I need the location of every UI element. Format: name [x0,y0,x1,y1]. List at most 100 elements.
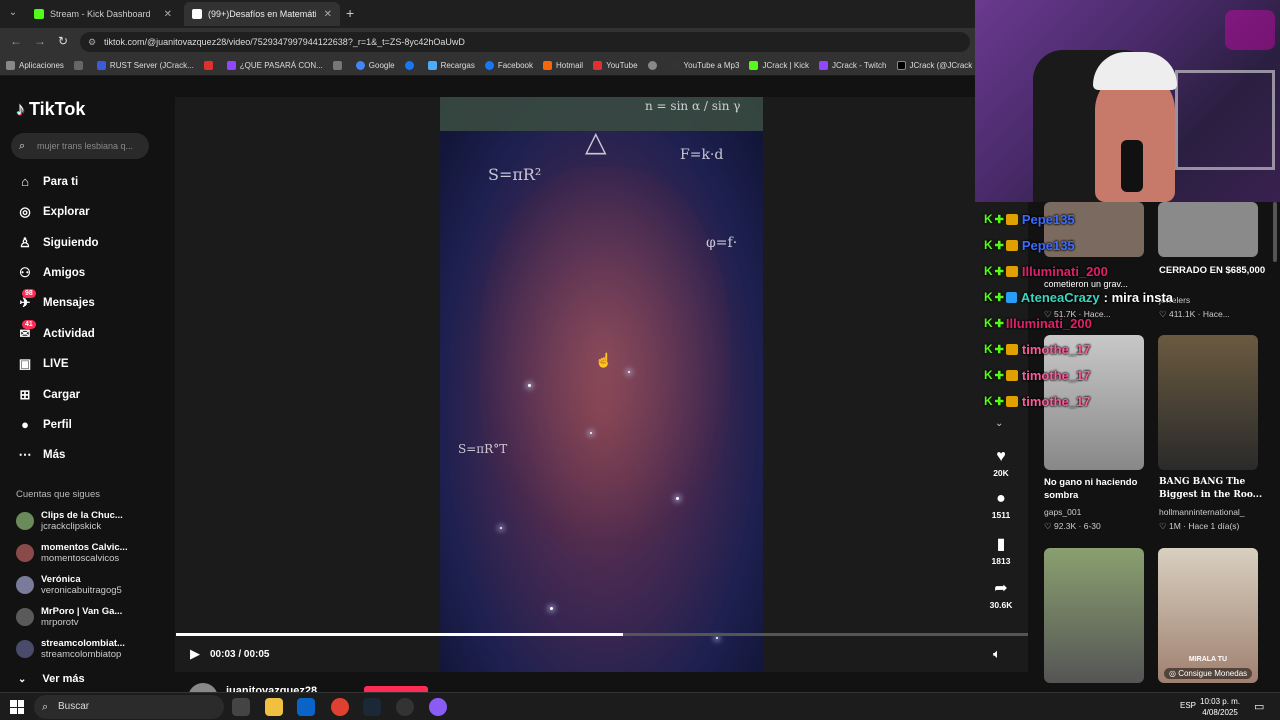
following-account[interactable]: momentos Calvic... momentoscalvicos [16,542,128,564]
chat-text: : mira insta [1103,289,1174,305]
formula-text: n = sin α / sin γ [645,99,741,113]
file-explorer-icon[interactable] [265,698,283,716]
notification-badge: 98 [22,289,36,298]
tab-search-icon[interactable]: ⌄ [4,4,22,22]
bookmark-item[interactable]: Recargas [427,61,475,70]
address-bar[interactable]: ⚙ tiktok.com/@juanitovazquez28/video/752… [80,32,970,52]
nav-item-4[interactable]: ✈ 98 Mensajes [16,289,95,311]
save-button[interactable]: ▮ 1813 [985,534,1017,566]
video-stage[interactable]: n = sin α / sin γ S=πR² F=k·d φ=f· S=πR°… [175,97,1028,672]
bookmark-item[interactable]: Hotmail [542,61,583,70]
following-account[interactable]: Clips de la Chuc... jcrackclipskick [16,510,123,532]
star-icon [550,607,553,610]
chevron-down-icon[interactable]: ⌄ [995,418,1003,429]
scrollbar[interactable] [1273,202,1277,262]
chat-username: timothe_17 [1021,367,1091,383]
bookmark-item[interactable]: Aplicaciones [6,61,64,70]
chat-username: Pepe135 [1021,237,1075,253]
nav-item-7[interactable]: ⊞ Cargar [16,387,81,403]
tab-kick-dashboard[interactable]: Stream - Kick Dashboard ✕ [26,2,180,26]
tiktok-logo[interactable]: ♪ TikTok [16,99,85,120]
app-icon[interactable] [429,698,447,716]
bookmark-item[interactable]: YouTube [593,61,638,70]
volume-icon[interactable]: 🔈︎ [993,646,1001,662]
streamer-cap [1093,52,1177,90]
video-thumbnail[interactable] [1158,202,1258,257]
nav-item-2[interactable]: ♙ Siguiendo [16,235,98,251]
bookmark-item[interactable] [73,61,87,70]
following-account[interactable]: MrPoro | Van Ga... mrporotv [16,606,122,628]
account-name: momentos Calvic... [41,542,128,553]
bookmark-item[interactable]: JCrack (@JCrack [896,61,972,70]
bookmark-item[interactable]: YouTube a Mp3 [670,61,739,70]
steam-icon[interactable] [363,698,381,716]
taskbar-clock[interactable]: 10:03 p. m. 4/08/2025 [1200,696,1240,718]
facebook-icon [404,61,414,70]
chrome-icon[interactable] [331,698,349,716]
close-icon[interactable]: ✕ [156,9,172,20]
share-icon: ➦ [994,580,1008,597]
card-title[interactable]: No gano ni haciendo sombra [1044,476,1156,502]
tiktok-note-icon: ♪ [16,99,25,119]
following-account[interactable]: streamcolombiat... streamcolombiatop [16,638,125,660]
bookmark-item[interactable] [647,61,661,70]
nav-item-9[interactable]: ⋯ Más [16,447,66,463]
card-author[interactable]: gaps_001 [1044,507,1081,517]
new-tab-icon[interactable]: + [346,5,354,21]
following-icon: ♙ [19,235,31,250]
like-button[interactable]: ♥ 20K [985,448,1017,478]
tab-tiktok-video[interactable]: (99+)Desafíos en Matemáticas ✕ [184,2,340,26]
video-thumbnail[interactable]: MIRALA TU ◎ Consigue Monedas [1158,548,1258,683]
nav-item-3[interactable]: ⚇ Amigos [16,265,85,281]
bookmark-item[interactable] [332,61,346,70]
get-coins-button[interactable]: ◎ Consigue Monedas [1164,668,1253,679]
chat-username: Illuminati_200 [1021,263,1108,279]
star-icon [628,371,630,373]
site-info-icon[interactable]: ⚙ [88,32,96,52]
share-button[interactable]: ➦ 30.6K [985,578,1017,610]
video-thumbnail[interactable] [1158,335,1258,470]
nav-label: Explorar [43,206,90,218]
bookmark-item[interactable]: ¿QUE PASARÁ CON... [226,61,323,70]
messages-icon: ✈ 98 [16,289,36,311]
obs-icon[interactable] [396,698,414,716]
bookmark-item[interactable] [203,61,217,70]
bookmark-item[interactable]: Google [355,61,395,70]
bookmark-item[interactable]: JCrack - Twitch [818,61,887,70]
crown-badge-icon [1005,239,1018,251]
video-progress-bar[interactable] [176,633,1028,636]
nav-item-0[interactable]: ⌂ Para ti [16,174,78,189]
forward-icon[interactable]: → [34,34,46,48]
video-thumbnail[interactable] [1044,548,1144,683]
card-author[interactable]: hollmanninternational_ [1159,507,1245,517]
nav-item-1[interactable]: ◎ Explorar [16,204,90,220]
task-view-icon[interactable] [232,698,250,716]
nav-item-6[interactable]: ▣ LIVE [16,356,69,372]
nav-item-5[interactable]: ✉ 41 Actividad [16,320,95,342]
bookmark-item[interactable]: JCrack | Kick [749,61,809,70]
play-icon[interactable]: ▶ [190,646,200,662]
bookmark-item[interactable] [404,61,418,70]
nav-item-8[interactable]: ● Perfil [16,417,72,432]
notification-icon[interactable]: ▭ [1254,700,1264,713]
chat-username: Pepe135 [1021,211,1075,227]
back-icon[interactable]: ← [10,34,22,48]
x-icon [896,61,906,70]
bookmark-item[interactable]: Facebook [484,61,533,70]
language-indicator[interactable]: ESP [1180,701,1196,710]
following-account[interactable]: Verónica veronicabuitragog5 [16,574,122,596]
close-icon[interactable]: ✕ [316,9,332,20]
card-title[interactable]: BANG BANG The Biggest in the Roo... [1159,476,1271,502]
reload-icon[interactable]: ↻ [58,34,68,48]
taskbar-search[interactable]: ⌕ Buscar [34,695,224,719]
search-input[interactable]: ⌕ mujer trans lesbiana q... [11,133,149,159]
comment-button[interactable]: ● 1511 [985,490,1017,520]
card-title[interactable]: CERRADO EN $685,000 [1159,264,1269,277]
bookmark-item[interactable]: RUST Server (JCrack... [96,61,194,70]
video-frame[interactable]: n = sin α / sin γ S=πR² F=k·d φ=f· S=πR°… [440,97,763,672]
see-more-button[interactable]: ⌄ Ver más [18,673,85,685]
outlook-icon[interactable] [297,698,315,716]
account-name: MrPoro | Van Ga... [41,606,123,617]
windows-start-icon[interactable] [10,700,24,714]
account-handle: veronicabuitragog5 [41,585,122,596]
